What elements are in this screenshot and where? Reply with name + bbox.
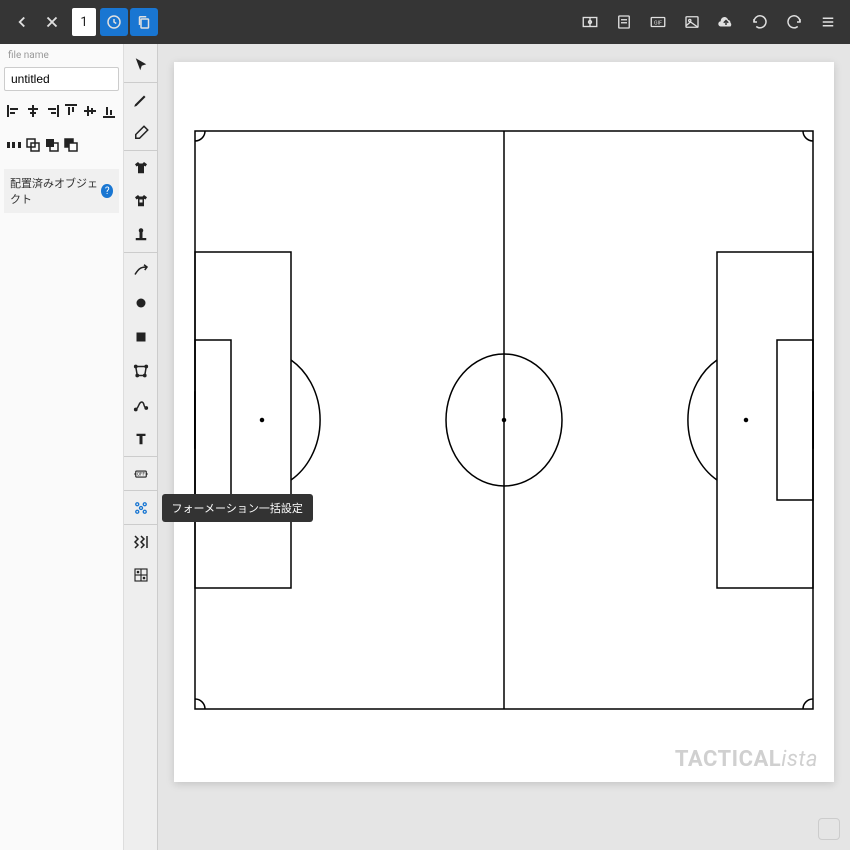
formation-tooltip: フォーメーション一括設定 <box>162 494 313 522</box>
stamp-tool[interactable] <box>124 218 158 252</box>
layer-clock-button[interactable] <box>100 8 128 36</box>
soccer-pitch <box>194 130 814 710</box>
arrow-tool[interactable] <box>124 252 158 286</box>
text-tool[interactable] <box>124 422 158 456</box>
tool-bar: OFF フォーメーション一括設定 <box>124 44 158 850</box>
curve-tool[interactable] <box>124 388 158 422</box>
group-1-icon[interactable] <box>25 137 41 153</box>
cursor-tool[interactable] <box>124 48 158 82</box>
align-top-icon[interactable] <box>63 103 79 119</box>
file-name-label: file name <box>4 50 119 61</box>
eraser-tool[interactable] <box>124 116 158 150</box>
align-row-1 <box>4 97 119 125</box>
align-right-icon[interactable] <box>44 103 60 119</box>
cloud-upload-button[interactable] <box>712 8 740 36</box>
align-bottom-icon[interactable] <box>101 103 117 119</box>
svg-text:GIF: GIF <box>654 20 662 26</box>
offside-tool[interactable]: OFF <box>124 456 158 490</box>
menu-button[interactable] <box>814 8 842 36</box>
grid-tool[interactable] <box>124 558 158 592</box>
gif-export-button[interactable]: GIF <box>644 8 672 36</box>
redo-button[interactable] <box>780 8 808 36</box>
circle-tool[interactable] <box>124 286 158 320</box>
polygon-tool[interactable] <box>124 354 158 388</box>
close-button[interactable] <box>38 8 66 36</box>
svg-text:OFF: OFF <box>136 471 145 477</box>
topbar-right: GIF <box>576 8 842 36</box>
back-button[interactable] <box>8 8 36 36</box>
square-tool[interactable] <box>124 320 158 354</box>
distribute-row <box>4 131 119 159</box>
distribute-h-icon[interactable] <box>6 137 22 153</box>
help-icon[interactable]: ? <box>101 184 113 198</box>
group-3-icon[interactable] <box>63 137 79 153</box>
formation-tool[interactable]: フォーメーション一括設定 <box>124 490 158 524</box>
undo-button[interactable] <box>746 8 774 36</box>
canvas-area[interactable]: TACTICALista <box>158 44 850 850</box>
topbar: 1 GIF <box>0 0 850 44</box>
watermark-italic: ista <box>781 747 818 772</box>
placed-objects-label: 配置済みオブジェクト <box>10 175 101 207</box>
paper: TACTICALista <box>174 62 834 782</box>
align-middle-v-icon[interactable] <box>82 103 98 119</box>
pattern-tool[interactable] <box>124 524 158 558</box>
side-panel: file name 配置済みオブジェクト ? <box>0 44 124 850</box>
group-2-icon[interactable] <box>44 137 60 153</box>
watermark-strong: TACTICAL <box>675 747 781 772</box>
placed-objects-header[interactable]: 配置済みオブジェクト ? <box>4 169 119 213</box>
align-left-icon[interactable] <box>6 103 22 119</box>
main-area: file name 配置済みオブジェクト ? <box>0 44 850 850</box>
image-export-button[interactable] <box>678 8 706 36</box>
jersey-1-tool[interactable] <box>124 150 158 184</box>
file-name-input[interactable] <box>4 67 119 91</box>
page-number[interactable]: 1 <box>72 8 96 36</box>
notes-button[interactable] <box>610 8 638 36</box>
topbar-left: 1 <box>8 8 158 36</box>
resize-corner-icon[interactable] <box>818 818 840 840</box>
watermark: TACTICALista <box>675 747 818 772</box>
copy-page-button[interactable] <box>130 8 158 36</box>
field-settings-button[interactable] <box>576 8 604 36</box>
jersey-2-tool[interactable] <box>124 184 158 218</box>
align-center-h-icon[interactable] <box>25 103 41 119</box>
pen-tool[interactable] <box>124 82 158 116</box>
